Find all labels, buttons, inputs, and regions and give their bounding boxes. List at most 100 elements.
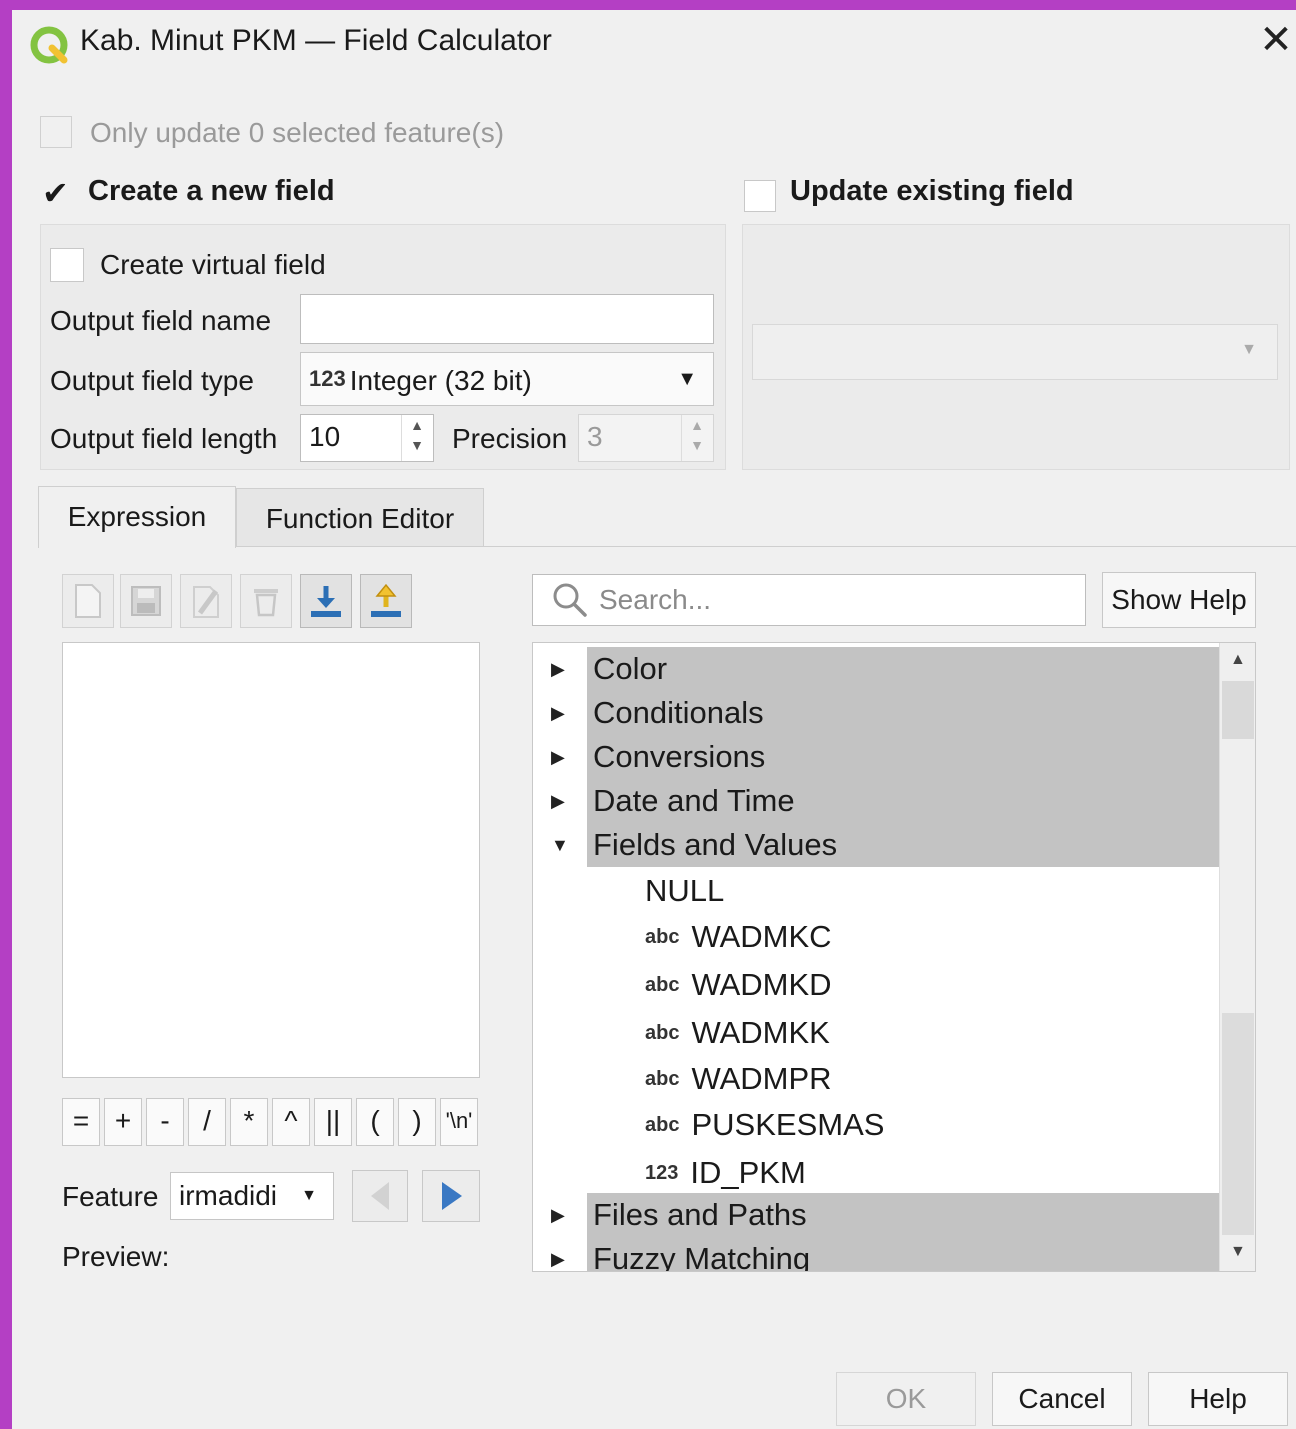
tree-item-field[interactable]: 123 ID_PKM <box>645 1151 806 1195</box>
search-icon <box>550 580 590 620</box>
chevron-down-icon: ▼ <box>1241 341 1257 358</box>
integer-type-icon: 123 <box>309 366 346 391</box>
tree-group-label: Fuzzy Matching <box>593 1241 811 1272</box>
string-type-icon: abc <box>645 1022 680 1044</box>
operator-close-paren-button[interactable]: ) <box>398 1098 436 1146</box>
spin-arrows-icon[interactable]: ▲ ▼ <box>681 415 712 461</box>
tree-group-label: Conversions <box>593 739 766 774</box>
field-name: WADMKC <box>691 919 832 954</box>
output-field-length-value: 10 <box>309 421 341 452</box>
field-name: ID_PKM <box>690 1155 806 1190</box>
preview-label: Preview: <box>62 1241 170 1272</box>
expand-arrow-icon[interactable]: ▶ <box>551 779 565 823</box>
spin-arrows-icon[interactable]: ▲ ▼ <box>401 415 432 461</box>
function-tree[interactable]: Color ▶ Conditionals ▶ Conversions ▶ Dat… <box>532 642 1256 1272</box>
scrollbar-thumb[interactable] <box>1222 681 1254 739</box>
tree-group-conditionals[interactable]: Conditionals <box>587 691 1219 735</box>
precision-value: 3 <box>587 421 603 452</box>
create-new-field-label: Create a new field <box>88 175 335 207</box>
tree-group-fuzzy-matching[interactable]: Fuzzy Matching <box>587 1237 1219 1272</box>
precision-spinbox[interactable]: 3 ▲ ▼ <box>578 414 714 462</box>
ok-button[interactable]: OK <box>836 1372 976 1426</box>
tree-item-field[interactable]: abc WADMKD <box>645 963 832 1007</box>
scroll-down-icon[interactable]: ▼ <box>1230 1243 1246 1261</box>
tree-group-conversions[interactable]: Conversions <box>587 735 1219 779</box>
show-help-button[interactable]: Show Help <box>1102 572 1256 628</box>
tree-item-field[interactable]: abc WADMKC <box>645 915 832 959</box>
expand-arrow-icon[interactable]: ▶ <box>551 647 565 691</box>
expand-arrow-icon[interactable]: ▶ <box>551 1193 565 1237</box>
close-icon[interactable]: ✕ <box>1256 20 1296 60</box>
previous-feature-button[interactable] <box>352 1170 408 1222</box>
create-new-field-checkbox[interactable]: ✔ <box>42 176 76 210</box>
tree-scrollbar[interactable]: ▲ ▼ <box>1219 643 1255 1271</box>
operator-equals-button[interactable]: = <box>62 1098 100 1146</box>
tree-group-label: Fields and Values <box>593 827 838 862</box>
save-icon[interactable] <box>120 574 172 628</box>
output-field-type-select[interactable]: 123 Integer (32 bit) ▼ <box>300 352 714 406</box>
tree-group-label: Color <box>593 651 668 686</box>
window-title: Kab. Minut PKM — Field Calculator <box>80 24 552 57</box>
arrow-left-icon <box>371 1182 389 1210</box>
output-field-length-label: Output field length <box>50 423 278 454</box>
tree-item-null[interactable]: NULL <box>645 869 724 913</box>
output-field-name-input[interactable] <box>300 294 714 344</box>
field-calculator-dialog: Kab. Minut PKM — Field Calculator ✕ Only… <box>12 10 1296 1429</box>
tree-item-field[interactable]: abc PUSKESMAS <box>645 1103 884 1147</box>
output-field-name-label: Output field name <box>50 305 272 336</box>
tree-item-field[interactable]: abc WADMPR <box>645 1057 832 1101</box>
field-name: PUSKESMAS <box>691 1107 885 1142</box>
import-icon[interactable] <box>300 574 352 628</box>
virtual-field-checkbox[interactable] <box>50 248 84 282</box>
tab-function-editor[interactable]: Function Editor <box>236 488 484 546</box>
tree-group-color[interactable]: Color <box>587 647 1219 691</box>
tree-group-label: Conditionals <box>593 695 764 730</box>
tree-group-date-time[interactable]: Date and Time <box>587 779 1219 823</box>
existing-field-select[interactable]: ▼ <box>752 324 1278 380</box>
new-file-icon[interactable] <box>62 574 114 628</box>
help-button[interactable]: Help <box>1148 1372 1288 1426</box>
string-type-icon: abc <box>645 926 680 948</box>
export-icon[interactable] <box>360 574 412 628</box>
update-existing-checkbox[interactable] <box>744 180 776 212</box>
scroll-up-icon[interactable]: ▲ <box>1230 651 1246 669</box>
chevron-down-icon: ▼ <box>677 368 697 390</box>
precision-label: Precision <box>452 423 568 454</box>
field-name: WADMPR <box>691 1061 832 1096</box>
field-name: WADMKK <box>691 1015 830 1050</box>
operator-multiply-button[interactable]: * <box>230 1098 268 1146</box>
expand-arrow-icon[interactable]: ▶ <box>551 735 565 779</box>
search-input[interactable]: Search... <box>532 574 1086 626</box>
output-field-type-value: Integer (32 bit) <box>349 365 532 396</box>
string-type-icon: abc <box>645 1068 680 1090</box>
tree-item-field[interactable]: abc WADMKK <box>645 1011 830 1055</box>
tab-expression[interactable]: Expression <box>38 486 236 548</box>
expand-arrow-icon[interactable]: ▶ <box>551 691 565 735</box>
operator-divide-button[interactable]: / <box>188 1098 226 1146</box>
operator-minus-button[interactable]: - <box>146 1098 184 1146</box>
arrow-right-icon <box>442 1182 462 1210</box>
next-feature-button[interactable] <box>422 1170 480 1222</box>
chevron-down-icon: ▼ <box>301 1187 317 1204</box>
operator-open-paren-button[interactable]: ( <box>356 1098 394 1146</box>
feature-select[interactable]: irmadidi ▼ <box>170 1172 334 1220</box>
operator-plus-button[interactable]: + <box>104 1098 142 1146</box>
field-name: WADMKD <box>691 967 832 1002</box>
string-type-icon: abc <box>645 974 680 996</box>
expression-editor[interactable] <box>62 642 480 1078</box>
operator-concat-button[interactable]: || <box>314 1098 352 1146</box>
collapse-arrow-icon[interactable]: ▼ <box>551 823 569 867</box>
tree-group-label: Date and Time <box>593 783 795 818</box>
output-field-length-spinbox[interactable]: 10 ▲ ▼ <box>300 414 434 462</box>
expand-arrow-icon[interactable]: ▶ <box>551 1237 565 1271</box>
only-selected-label: Only update 0 selected feature(s) <box>90 117 505 148</box>
operator-power-button[interactable]: ^ <box>272 1098 310 1146</box>
tree-group-files-paths[interactable]: Files and Paths <box>587 1193 1219 1237</box>
edit-icon[interactable] <box>180 574 232 628</box>
only-selected-checkbox[interactable] <box>40 116 72 148</box>
feature-label: Feature <box>62 1181 159 1212</box>
delete-icon[interactable] <box>240 574 292 628</box>
cancel-button[interactable]: Cancel <box>992 1372 1132 1426</box>
operator-newline-button[interactable]: '\n' <box>440 1098 478 1146</box>
tree-group-fields-values[interactable]: Fields and Values <box>587 823 1219 867</box>
